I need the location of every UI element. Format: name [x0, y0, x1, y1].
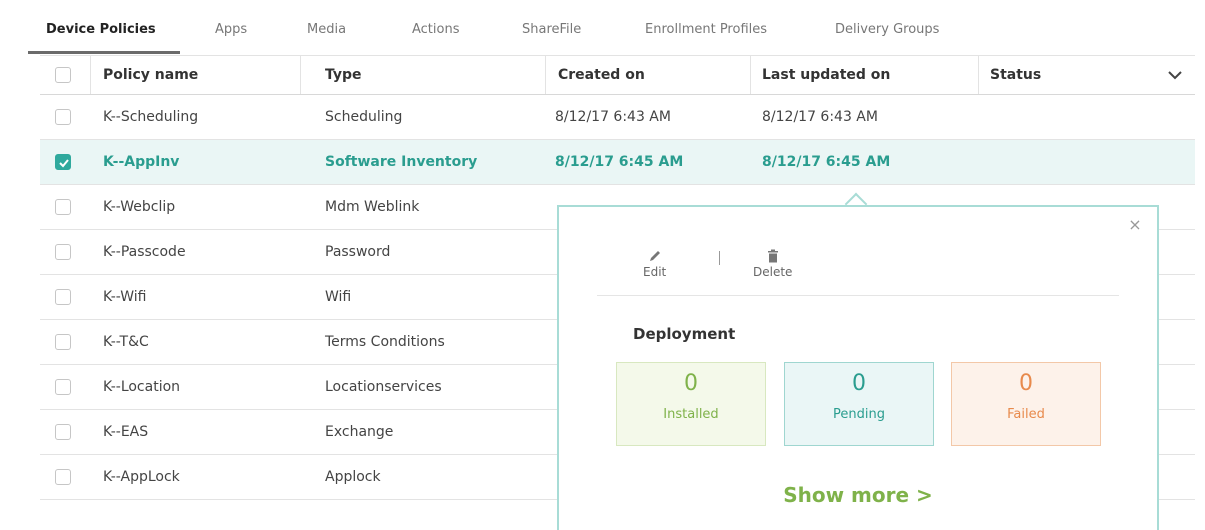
column-header-last-updated-on[interactable]: Last updated on [762, 56, 890, 94]
column-header-created-on[interactable]: Created on [558, 56, 645, 94]
created-on: 8/12/17 6:43 AM [555, 109, 671, 125]
table-row-selected[interactable]: K--AppInv Software Inventory 8/12/17 6:4… [40, 140, 1195, 185]
row-checkbox[interactable] [55, 289, 71, 305]
last-updated-on: 8/12/17 6:45 AM [762, 154, 891, 170]
row-checkbox[interactable] [55, 334, 71, 350]
row-checkbox[interactable] [55, 109, 71, 125]
policy-name[interactable]: K--EAS [103, 410, 148, 454]
column-header-type[interactable]: Type [325, 56, 362, 94]
tab-sharefile[interactable]: ShareFile [522, 22, 581, 37]
created-on: 8/12/17 6:45 AM [555, 154, 684, 170]
pending-label: Pending [833, 407, 885, 422]
installed-count: 0 [684, 371, 698, 396]
edit-label: Edit [643, 265, 667, 279]
edit-button[interactable]: Edit [643, 245, 666, 279]
action-separator [719, 251, 720, 265]
row-checkbox[interactable] [55, 244, 71, 260]
tab-apps[interactable]: Apps [215, 22, 247, 37]
policy-name[interactable]: K--AppInv [103, 140, 179, 184]
policy-type: Applock [325, 469, 381, 485]
row-checkbox[interactable] [55, 154, 71, 170]
failed-count: 0 [1019, 371, 1033, 396]
pending-count: 0 [852, 371, 866, 396]
chevron-down-icon[interactable] [1164, 64, 1186, 86]
policy-type: Password [325, 244, 391, 260]
policy-name[interactable]: K--Scheduling [103, 95, 198, 139]
policy-type: Locationservices [325, 379, 442, 395]
policy-name[interactable]: K--Wifi [103, 275, 147, 319]
row-checkbox[interactable] [55, 199, 71, 215]
policy-type: Scheduling [325, 109, 403, 125]
close-icon[interactable]: × [1127, 217, 1143, 233]
tab-actions[interactable]: Actions [412, 22, 460, 37]
show-more-link[interactable]: Show more > [559, 483, 1157, 507]
policy-type: Software Inventory [325, 154, 478, 170]
check-icon [59, 159, 69, 168]
deployment-title: Deployment [633, 325, 736, 343]
pencil-icon [648, 245, 662, 263]
row-checkbox[interactable] [55, 379, 71, 395]
policy-type: Exchange [325, 424, 394, 440]
active-tab-indicator [28, 51, 180, 54]
pending-stat-card[interactable]: 0 Pending [784, 362, 934, 446]
policy-name[interactable]: K--Passcode [103, 230, 186, 274]
policy-detail-popover: × Edit Delete Deployment 0 Installed 0 P… [557, 205, 1159, 530]
policy-type: Mdm Weblink [325, 199, 420, 215]
policy-name[interactable]: K--T&C [103, 320, 149, 364]
failed-label: Failed [1007, 407, 1045, 422]
divider [597, 295, 1119, 296]
last-updated-on: 8/12/17 6:43 AM [762, 109, 878, 125]
installed-label: Installed [663, 407, 719, 422]
policy-name[interactable]: K--AppLock [103, 455, 180, 499]
tab-enrollment-profiles[interactable]: Enrollment Profiles [645, 22, 767, 37]
tab-bar: Device Policies Apps Media Actions Share… [0, 0, 1205, 55]
failed-stat-card[interactable]: 0 Failed [951, 362, 1101, 446]
delete-label: Delete [753, 265, 793, 279]
row-checkbox[interactable] [55, 424, 71, 440]
column-header-status[interactable]: Status [990, 56, 1041, 94]
tab-device-policies[interactable]: Device Policies [46, 22, 156, 37]
trash-icon [767, 245, 779, 263]
select-all-checkbox[interactable] [55, 67, 71, 83]
policy-name[interactable]: K--Webclip [103, 185, 175, 229]
table-header-row: Policy name Type Created on Last updated… [40, 55, 1195, 95]
policy-type: Wifi [325, 289, 352, 305]
tab-delivery-groups[interactable]: Delivery Groups [835, 22, 939, 37]
row-checkbox[interactable] [55, 469, 71, 485]
policy-type: Terms Conditions [325, 334, 445, 350]
delete-button[interactable]: Delete [753, 245, 792, 279]
tab-media[interactable]: Media [307, 22, 346, 37]
column-header-policy-name[interactable]: Policy name [103, 56, 198, 94]
table-row[interactable]: K--Scheduling Scheduling 8/12/17 6:43 AM… [40, 95, 1195, 140]
installed-stat-card[interactable]: 0 Installed [616, 362, 766, 446]
policy-name[interactable]: K--Location [103, 365, 180, 409]
